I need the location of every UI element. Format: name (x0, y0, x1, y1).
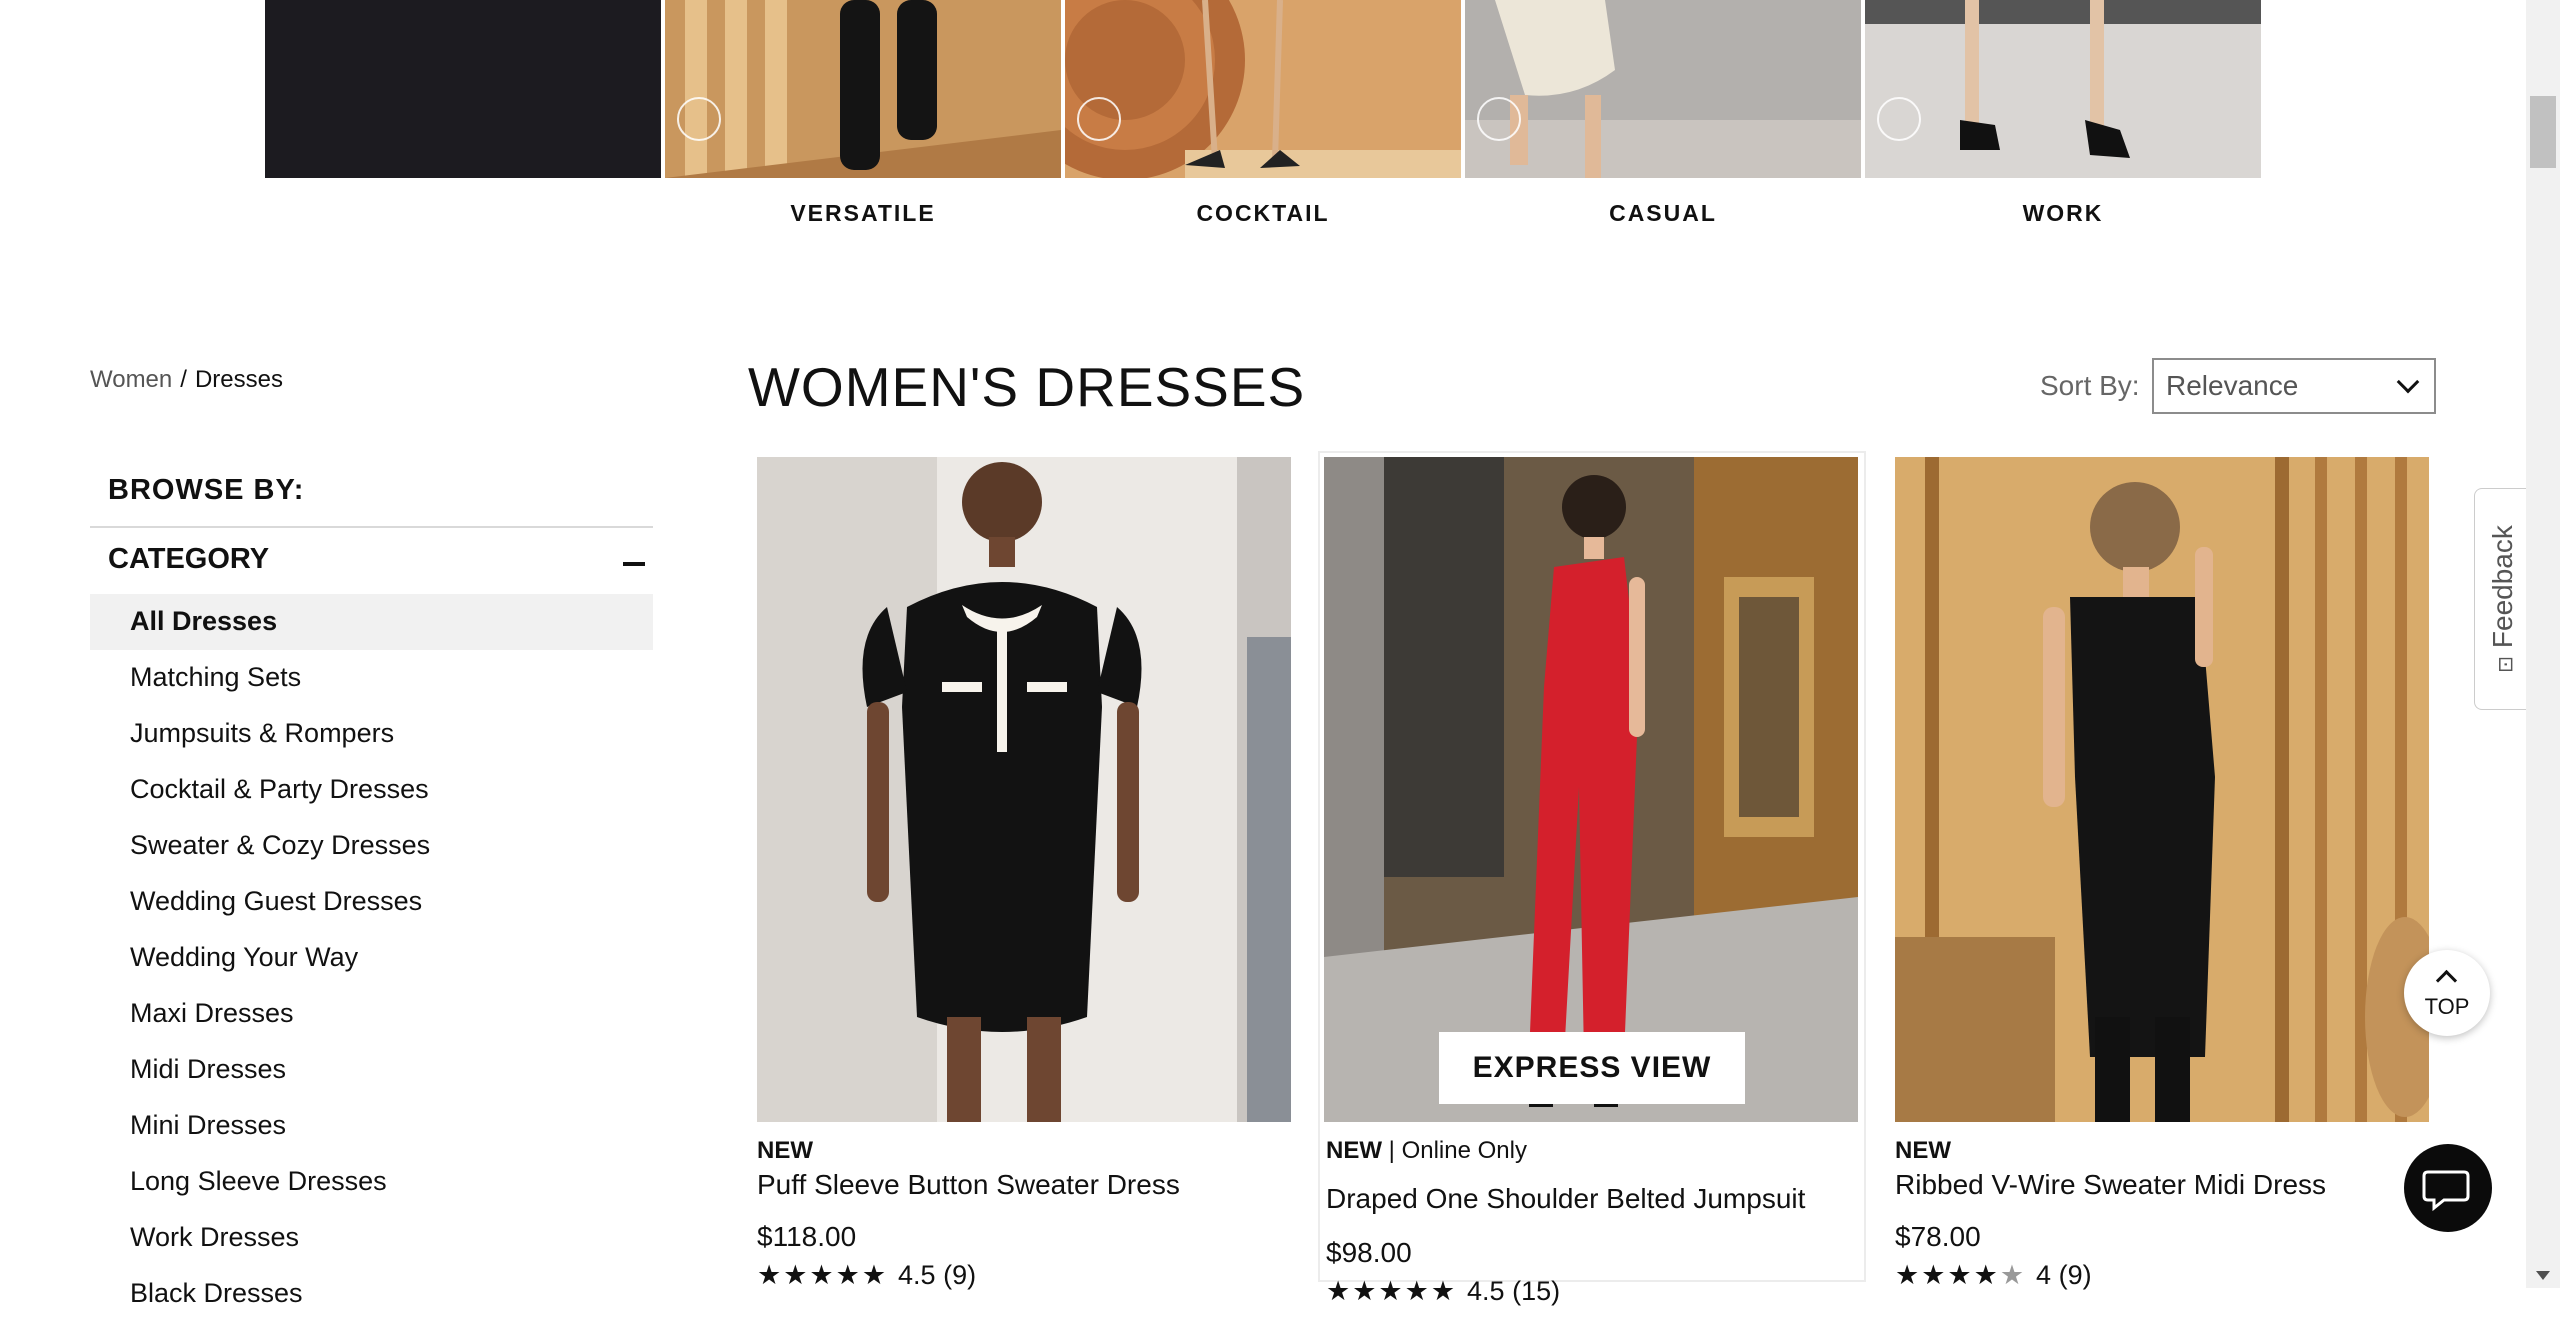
category-item-black[interactable]: Black Dresses (90, 1266, 653, 1322)
collapse-minus-icon[interactable] (623, 562, 645, 566)
category-label-cocktail[interactable]: COCKTAIL (1065, 200, 1461, 227)
category-item-wedding-your-way[interactable]: Wedding Your Way (90, 930, 653, 986)
back-to-top-button[interactable]: TOP (2404, 950, 2490, 1036)
category-item-matching-sets[interactable]: Matching Sets (90, 650, 653, 706)
category-item-sweater-cozy[interactable]: Sweater & Cozy Dresses (90, 818, 653, 874)
sort-by-label: Sort By: (2040, 370, 2140, 401)
category-toggle[interactable]: CATEGORY (90, 528, 653, 594)
product-price: $78.00 (1895, 1221, 1981, 1252)
product-badge: NEW (1895, 1137, 1951, 1164)
online-only-tag: | Online Only (1388, 1137, 1527, 1164)
product-rating: ★★★★★ 4 (9) (1895, 1260, 2092, 1291)
review-count[interactable]: (9) (2059, 1260, 2092, 1290)
scrollbar-thumb[interactable] (2530, 96, 2556, 168)
breadcrumb: Women / Dresses (90, 366, 283, 394)
category-item-mini[interactable]: Mini Dresses (90, 1098, 653, 1154)
category-list: All Dresses Matching Sets Jumpsuits & Ro… (90, 594, 653, 1322)
casual-photo (1465, 0, 1861, 178)
chevron-up-icon (2435, 969, 2458, 992)
rating-value: 4.5 (898, 1260, 936, 1290)
sort-select[interactable]: Relevance (2152, 358, 2436, 414)
sort-selected-value: Relevance (2166, 370, 2299, 401)
category-item-maxi[interactable]: Maxi Dresses (90, 986, 653, 1042)
category-heading: CATEGORY (108, 543, 270, 575)
feedback-icon: ⊡ (2494, 656, 2517, 673)
product-image[interactable] (757, 457, 1291, 1122)
feedback-tab[interactable]: ⊡Feedback (2474, 488, 2530, 710)
product-rating: ★★★★★ 4.5 (15) (1326, 1276, 1560, 1307)
product-price: $98.00 (1326, 1237, 1412, 1268)
product-card[interactable]: EXPRESS VIEW NEW | Online Only Draped On… (1318, 451, 1866, 1306)
category-strip: VERSATILE COCKTAIL CASUAL WORK (265, 0, 2265, 240)
category-tile-versatile[interactable] (665, 0, 1061, 178)
category-label-versatile[interactable]: VERSATILE (665, 200, 1061, 227)
product-photo-midi (1895, 457, 2429, 1122)
category-item-midi[interactable]: Midi Dresses (90, 1042, 653, 1098)
category-tile-work[interactable] (1865, 0, 2261, 178)
chat-bubble-icon (2422, 1170, 2470, 1212)
breadcrumb-women-link[interactable]: Women (90, 366, 172, 393)
chat-button[interactable] (2404, 1144, 2492, 1232)
versatile-photo (665, 0, 1061, 178)
category-item-jumpsuits-rompers[interactable]: Jumpsuits & Rompers (90, 706, 653, 762)
category-label-casual[interactable]: CASUAL (1465, 200, 1861, 227)
browse-by-heading: BROWSE BY: (90, 470, 653, 528)
category-label-work[interactable]: WORK (1865, 200, 2261, 227)
cocktail-photo (1065, 0, 1461, 178)
product-card[interactable]: NEW Puff Sleeve Button Sweater Dress $11… (757, 457, 1293, 1291)
product-badge: NEW (757, 1137, 813, 1164)
work-photo (1865, 0, 2261, 178)
product-photo-puff-sleeve (757, 457, 1291, 1122)
category-tile-cocktail[interactable] (1065, 0, 1461, 178)
product-name[interactable]: Puff Sleeve Button Sweater Dress (757, 1169, 1180, 1201)
product-image[interactable] (1895, 457, 2429, 1122)
top-label: TOP (2424, 994, 2470, 1019)
product-image[interactable]: EXPRESS VIEW (1324, 457, 1858, 1122)
rating-value: 4 (2036, 1260, 2052, 1290)
scroll-down-arrow-icon[interactable] (2536, 1271, 2550, 1280)
category-circle-icon (1077, 97, 1121, 141)
review-count[interactable]: (15) (1512, 1276, 1560, 1306)
product-card[interactable]: NEW Ribbed V-Wire Sweater Midi Dress $78… (1895, 457, 2431, 1291)
category-circle-icon (677, 97, 721, 141)
product-badge: NEW | Online Only (1326, 1137, 1527, 1164)
vertical-scrollbar[interactable] (2526, 0, 2560, 1288)
product-photo-jumpsuit (1324, 457, 1858, 1122)
category-tile-casual[interactable] (1465, 0, 1861, 178)
category-item-long-sleeve[interactable]: Long Sleeve Dresses (90, 1154, 653, 1210)
category-item-work[interactable]: Work Dresses (90, 1210, 653, 1266)
page-title: WOMEN'S DRESSES (748, 356, 1306, 418)
feedback-label: ⊡Feedback (2486, 525, 2518, 673)
category-circle-icon (1477, 97, 1521, 141)
express-view-button[interactable]: EXPRESS VIEW (1439, 1032, 1745, 1104)
star-rating-icon: ★★★★★ (757, 1260, 889, 1290)
breadcrumb-separator: / (180, 366, 187, 393)
category-circle-icon (1877, 97, 1921, 141)
star-rating-icon: ★★★★★ (1326, 1276, 1458, 1306)
rating-value: 4.5 (1467, 1276, 1505, 1306)
category-item-all-dresses[interactable]: All Dresses (90, 594, 653, 650)
category-item-cocktail-party[interactable]: Cocktail & Party Dresses (90, 762, 653, 818)
product-name[interactable]: Ribbed V-Wire Sweater Midi Dress (1895, 1169, 2326, 1201)
review-count[interactable]: (9) (943, 1260, 976, 1290)
category-tile-promo[interactable] (265, 0, 661, 178)
product-rating: ★★★★★ 4.5 (9) (757, 1260, 976, 1291)
product-name[interactable]: Draped One Shoulder Belted Jumpsuit (1326, 1183, 1805, 1215)
product-price: $118.00 (757, 1221, 857, 1252)
category-item-wedding-guest[interactable]: Wedding Guest Dresses (90, 874, 653, 930)
breadcrumb-current: Dresses (194, 366, 283, 393)
star-empty-icon: ★ (1999, 1260, 2027, 1290)
star-rating-icon: ★★★★★ (1895, 1260, 2027, 1290)
filter-sidebar: BROWSE BY: CATEGORY All Dresses Matching… (90, 470, 653, 1322)
chevron-down-icon (2396, 370, 2420, 394)
